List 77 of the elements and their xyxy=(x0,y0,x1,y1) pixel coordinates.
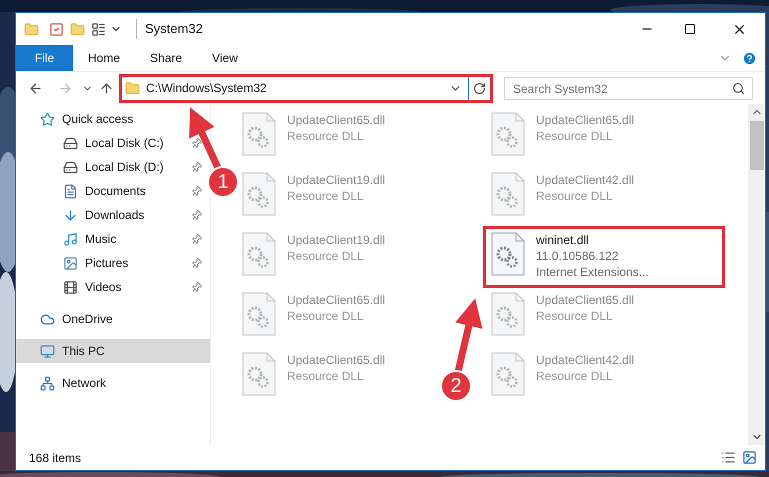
file-name: UpdateClient19.dll xyxy=(287,172,386,188)
address-bar[interactable]: C:\Windows\System32 xyxy=(119,74,493,102)
file-detail: Resource DLL xyxy=(536,188,614,204)
file-name: UpdateClient65.dll xyxy=(287,292,386,308)
drive-icon xyxy=(63,136,78,150)
item-count: 168 items xyxy=(29,450,82,466)
dll-file-icon xyxy=(490,112,526,156)
nav-item[interactable]: Documents xyxy=(16,179,210,203)
back-icon[interactable] xyxy=(28,80,43,96)
file-detail: Internet Extensions... xyxy=(536,264,649,280)
nav-item[interactable]: Quick access xyxy=(16,107,210,131)
nav-item[interactable]: This PC xyxy=(16,339,210,363)
drive-icon xyxy=(63,160,78,174)
file-detail: 11.0.10586.122 xyxy=(536,248,620,264)
file-tile[interactable]: wininet.dll 11.0.10586.122 Internet Extensions... xyxy=(486,229,722,285)
file-detail: Resource DLL xyxy=(287,248,365,264)
nav-item[interactable]: Music xyxy=(16,227,210,251)
cloud-icon xyxy=(40,312,55,326)
dll-file-icon xyxy=(490,172,526,216)
ribbon-tab[interactable]: Share xyxy=(135,45,198,71)
file-detail: Resource DLL xyxy=(536,308,614,324)
arrow xyxy=(189,107,222,170)
dll-file-icon xyxy=(241,352,277,396)
scrollbar[interactable] xyxy=(748,104,765,445)
maximize-icon[interactable] xyxy=(684,23,696,35)
file-name: UpdateClient65.dll xyxy=(536,112,634,128)
scroll-thumb[interactable] xyxy=(750,121,764,170)
network-icon xyxy=(40,376,55,390)
window-title: System32 xyxy=(136,19,203,39)
computer-icon xyxy=(40,344,55,358)
help-icon[interactable] xyxy=(742,50,757,66)
nav-item[interactable]: Pictures xyxy=(16,251,210,275)
pictures-icon xyxy=(63,256,78,270)
star-icon xyxy=(40,112,55,126)
up-icon[interactable] xyxy=(99,80,114,96)
file-detail: Resource DLL xyxy=(287,308,365,324)
file-name: UpdateClient65.dll xyxy=(287,112,386,128)
ribbon-tab[interactable]: View xyxy=(197,45,253,71)
refresh-icon[interactable] xyxy=(473,82,486,94)
folder-icon xyxy=(125,80,140,96)
file-name: wininet.dll xyxy=(536,232,590,248)
file-name: UpdateClient19.dll xyxy=(287,232,386,248)
nav-item[interactable]: Downloads xyxy=(16,203,210,227)
dll-file-icon xyxy=(490,292,526,336)
documents-icon xyxy=(63,184,78,198)
ribbon-tab[interactable]: File xyxy=(16,45,73,71)
address-path: C:\Windows\System32 xyxy=(146,80,268,97)
large-icons-view-icon[interactable] xyxy=(742,450,757,465)
file-name: UpdateClient42.dll xyxy=(536,352,634,368)
videos-icon xyxy=(63,280,78,294)
file-detail: Resource DLL xyxy=(287,188,365,204)
file-detail: Resource DLL xyxy=(536,128,614,144)
dll-file-icon xyxy=(241,232,277,276)
ribbon-tab[interactable]: Home xyxy=(73,45,136,71)
dll-file-icon xyxy=(490,232,526,276)
nav-item[interactable]: Videos xyxy=(16,275,210,299)
view-icon[interactable] xyxy=(91,22,106,36)
dll-file-icon xyxy=(241,172,277,216)
downloads-icon xyxy=(63,208,78,222)
nav-item[interactable]: Local Disk (D:) xyxy=(16,155,210,179)
dll-file-icon xyxy=(490,352,526,396)
dll-file-icon xyxy=(241,292,277,336)
nav-item[interactable]: OneDrive xyxy=(16,307,210,331)
nav-item[interactable]: Network xyxy=(16,371,210,395)
music-icon xyxy=(63,232,78,246)
dll-file-icon xyxy=(241,112,277,156)
file-detail: Resource DLL xyxy=(287,368,365,384)
file-detail: Resource DLL xyxy=(536,368,614,384)
file-name: UpdateClient65.dll xyxy=(287,352,386,368)
search-icon xyxy=(732,82,745,94)
details-view-icon[interactable] xyxy=(721,450,736,465)
search-field[interactable]: Search System32 xyxy=(504,77,753,100)
file-name: UpdateClient42.dll xyxy=(536,172,634,188)
nav-item[interactable]: Local Disk (C:) xyxy=(16,131,210,155)
properties-icon[interactable] xyxy=(49,22,64,36)
file-name: UpdateClient65.dll xyxy=(536,292,634,308)
file-detail: Resource DLL xyxy=(287,128,365,144)
